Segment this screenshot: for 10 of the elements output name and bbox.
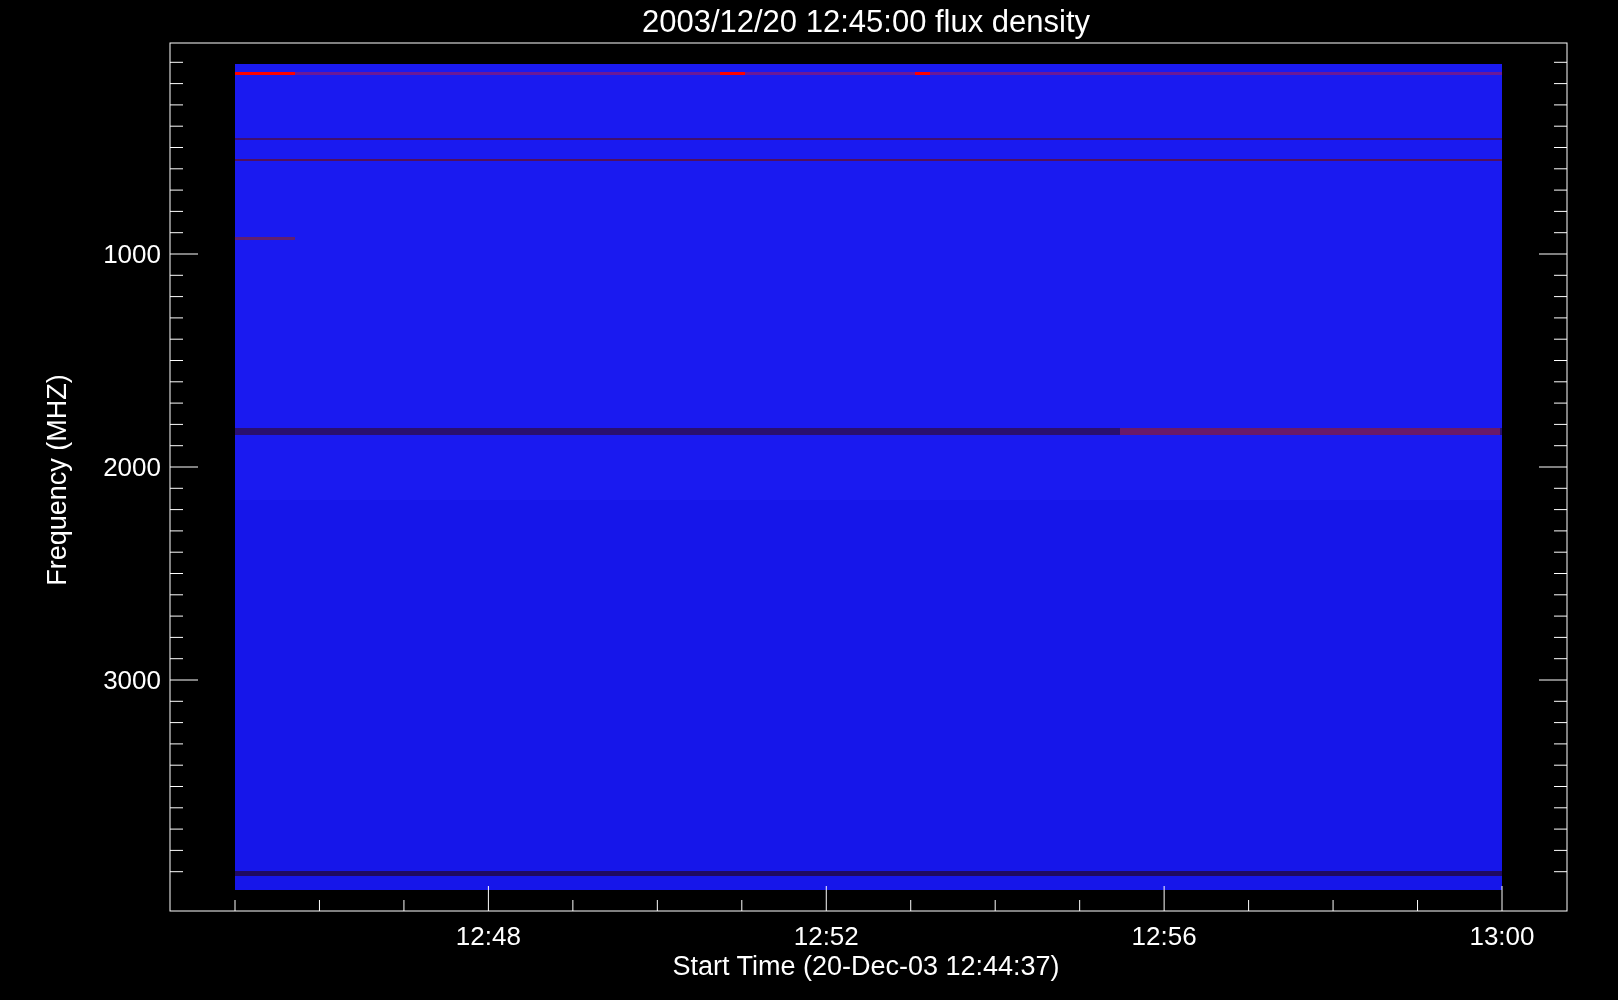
x-tick-label: 12:56 <box>1131 921 1197 951</box>
chart-title: 2003/12/20 12:45:00 flux density <box>641 4 1091 39</box>
y-axis-label: Frequency (MHZ) <box>42 374 72 586</box>
y-tick-label: 3000 <box>103 665 161 695</box>
x-tick-label: 12:52 <box>793 921 859 951</box>
y-tick-label: 2000 <box>103 452 161 482</box>
x-tick-label: 12:48 <box>455 921 521 951</box>
x-axis-label: Start Time (20-Dec-03 12:44:37) <box>672 951 1060 981</box>
y-tick-label: 1000 <box>103 239 161 269</box>
x-tick-label: 13:00 <box>1469 921 1535 951</box>
